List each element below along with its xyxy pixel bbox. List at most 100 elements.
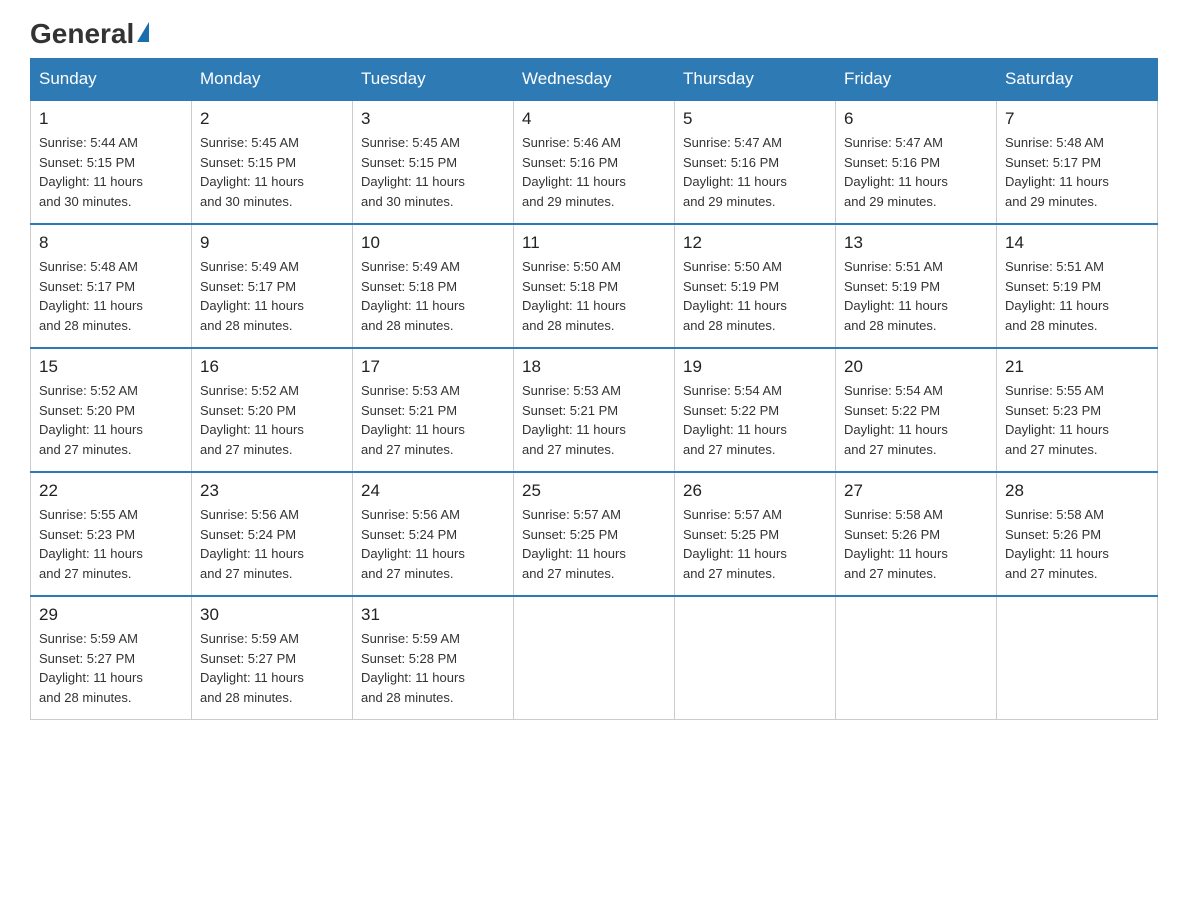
calendar-cell: 24 Sunrise: 5:56 AM Sunset: 5:24 PM Dayl… (353, 472, 514, 596)
day-info: Sunrise: 5:56 AM Sunset: 5:24 PM Dayligh… (361, 505, 505, 583)
calendar-cell: 5 Sunrise: 5:47 AM Sunset: 5:16 PM Dayli… (675, 100, 836, 224)
day-number: 21 (1005, 357, 1149, 377)
logo-general-text: General (30, 20, 149, 48)
day-number: 22 (39, 481, 183, 501)
calendar-cell: 12 Sunrise: 5:50 AM Sunset: 5:19 PM Dayl… (675, 224, 836, 348)
calendar-cell: 4 Sunrise: 5:46 AM Sunset: 5:16 PM Dayli… (514, 100, 675, 224)
weekday-header-friday: Friday (836, 59, 997, 101)
calendar-cell: 19 Sunrise: 5:54 AM Sunset: 5:22 PM Dayl… (675, 348, 836, 472)
weekday-header-saturday: Saturday (997, 59, 1158, 101)
logo-triangle-icon (137, 22, 149, 42)
day-number: 24 (361, 481, 505, 501)
day-info: Sunrise: 5:49 AM Sunset: 5:17 PM Dayligh… (200, 257, 344, 335)
weekday-header-sunday: Sunday (31, 59, 192, 101)
calendar-cell: 9 Sunrise: 5:49 AM Sunset: 5:17 PM Dayli… (192, 224, 353, 348)
calendar-cell: 15 Sunrise: 5:52 AM Sunset: 5:20 PM Dayl… (31, 348, 192, 472)
day-number: 2 (200, 109, 344, 129)
calendar-cell (836, 596, 997, 720)
calendar-cell: 14 Sunrise: 5:51 AM Sunset: 5:19 PM Dayl… (997, 224, 1158, 348)
day-number: 10 (361, 233, 505, 253)
calendar-cell: 3 Sunrise: 5:45 AM Sunset: 5:15 PM Dayli… (353, 100, 514, 224)
calendar-cell: 11 Sunrise: 5:50 AM Sunset: 5:18 PM Dayl… (514, 224, 675, 348)
calendar-cell: 29 Sunrise: 5:59 AM Sunset: 5:27 PM Dayl… (31, 596, 192, 720)
calendar-cell: 16 Sunrise: 5:52 AM Sunset: 5:20 PM Dayl… (192, 348, 353, 472)
calendar-week-5: 29 Sunrise: 5:59 AM Sunset: 5:27 PM Dayl… (31, 596, 1158, 720)
day-number: 28 (1005, 481, 1149, 501)
weekday-header-thursday: Thursday (675, 59, 836, 101)
weekday-header-wednesday: Wednesday (514, 59, 675, 101)
day-number: 17 (361, 357, 505, 377)
calendar-cell: 6 Sunrise: 5:47 AM Sunset: 5:16 PM Dayli… (836, 100, 997, 224)
weekday-header-tuesday: Tuesday (353, 59, 514, 101)
calendar-cell (997, 596, 1158, 720)
day-info: Sunrise: 5:48 AM Sunset: 5:17 PM Dayligh… (1005, 133, 1149, 211)
day-number: 4 (522, 109, 666, 129)
day-info: Sunrise: 5:51 AM Sunset: 5:19 PM Dayligh… (1005, 257, 1149, 335)
calendar-cell: 20 Sunrise: 5:54 AM Sunset: 5:22 PM Dayl… (836, 348, 997, 472)
day-number: 9 (200, 233, 344, 253)
logo: General (30, 20, 149, 48)
calendar-cell: 22 Sunrise: 5:55 AM Sunset: 5:23 PM Dayl… (31, 472, 192, 596)
day-info: Sunrise: 5:56 AM Sunset: 5:24 PM Dayligh… (200, 505, 344, 583)
day-number: 15 (39, 357, 183, 377)
day-number: 13 (844, 233, 988, 253)
day-number: 18 (522, 357, 666, 377)
day-info: Sunrise: 5:54 AM Sunset: 5:22 PM Dayligh… (844, 381, 988, 459)
day-number: 30 (200, 605, 344, 625)
day-info: Sunrise: 5:52 AM Sunset: 5:20 PM Dayligh… (39, 381, 183, 459)
day-info: Sunrise: 5:53 AM Sunset: 5:21 PM Dayligh… (361, 381, 505, 459)
calendar-cell: 2 Sunrise: 5:45 AM Sunset: 5:15 PM Dayli… (192, 100, 353, 224)
day-number: 6 (844, 109, 988, 129)
day-number: 5 (683, 109, 827, 129)
calendar-cell: 27 Sunrise: 5:58 AM Sunset: 5:26 PM Dayl… (836, 472, 997, 596)
day-info: Sunrise: 5:45 AM Sunset: 5:15 PM Dayligh… (361, 133, 505, 211)
day-info: Sunrise: 5:55 AM Sunset: 5:23 PM Dayligh… (1005, 381, 1149, 459)
page-header: General (30, 20, 1158, 48)
day-info: Sunrise: 5:57 AM Sunset: 5:25 PM Dayligh… (522, 505, 666, 583)
day-info: Sunrise: 5:59 AM Sunset: 5:27 PM Dayligh… (200, 629, 344, 707)
day-info: Sunrise: 5:51 AM Sunset: 5:19 PM Dayligh… (844, 257, 988, 335)
day-info: Sunrise: 5:58 AM Sunset: 5:26 PM Dayligh… (1005, 505, 1149, 583)
day-number: 27 (844, 481, 988, 501)
calendar-week-3: 15 Sunrise: 5:52 AM Sunset: 5:20 PM Dayl… (31, 348, 1158, 472)
day-number: 14 (1005, 233, 1149, 253)
day-number: 25 (522, 481, 666, 501)
calendar-cell: 28 Sunrise: 5:58 AM Sunset: 5:26 PM Dayl… (997, 472, 1158, 596)
day-info: Sunrise: 5:50 AM Sunset: 5:18 PM Dayligh… (522, 257, 666, 335)
day-info: Sunrise: 5:44 AM Sunset: 5:15 PM Dayligh… (39, 133, 183, 211)
calendar-cell (514, 596, 675, 720)
day-info: Sunrise: 5:50 AM Sunset: 5:19 PM Dayligh… (683, 257, 827, 335)
calendar-cell: 7 Sunrise: 5:48 AM Sunset: 5:17 PM Dayli… (997, 100, 1158, 224)
day-info: Sunrise: 5:47 AM Sunset: 5:16 PM Dayligh… (683, 133, 827, 211)
day-info: Sunrise: 5:59 AM Sunset: 5:27 PM Dayligh… (39, 629, 183, 707)
calendar-cell: 23 Sunrise: 5:56 AM Sunset: 5:24 PM Dayl… (192, 472, 353, 596)
calendar-cell: 10 Sunrise: 5:49 AM Sunset: 5:18 PM Dayl… (353, 224, 514, 348)
day-number: 20 (844, 357, 988, 377)
day-number: 31 (361, 605, 505, 625)
calendar-cell: 17 Sunrise: 5:53 AM Sunset: 5:21 PM Dayl… (353, 348, 514, 472)
day-info: Sunrise: 5:54 AM Sunset: 5:22 PM Dayligh… (683, 381, 827, 459)
day-info: Sunrise: 5:59 AM Sunset: 5:28 PM Dayligh… (361, 629, 505, 707)
calendar-cell: 26 Sunrise: 5:57 AM Sunset: 5:25 PM Dayl… (675, 472, 836, 596)
day-number: 19 (683, 357, 827, 377)
day-info: Sunrise: 5:55 AM Sunset: 5:23 PM Dayligh… (39, 505, 183, 583)
calendar-cell: 13 Sunrise: 5:51 AM Sunset: 5:19 PM Dayl… (836, 224, 997, 348)
day-info: Sunrise: 5:49 AM Sunset: 5:18 PM Dayligh… (361, 257, 505, 335)
day-number: 11 (522, 233, 666, 253)
calendar-cell: 1 Sunrise: 5:44 AM Sunset: 5:15 PM Dayli… (31, 100, 192, 224)
calendar-cell: 31 Sunrise: 5:59 AM Sunset: 5:28 PM Dayl… (353, 596, 514, 720)
day-number: 7 (1005, 109, 1149, 129)
day-number: 12 (683, 233, 827, 253)
weekday-header-monday: Monday (192, 59, 353, 101)
calendar-cell: 21 Sunrise: 5:55 AM Sunset: 5:23 PM Dayl… (997, 348, 1158, 472)
day-info: Sunrise: 5:53 AM Sunset: 5:21 PM Dayligh… (522, 381, 666, 459)
calendar-cell: 18 Sunrise: 5:53 AM Sunset: 5:21 PM Dayl… (514, 348, 675, 472)
day-number: 26 (683, 481, 827, 501)
calendar-week-2: 8 Sunrise: 5:48 AM Sunset: 5:17 PM Dayli… (31, 224, 1158, 348)
calendar-cell: 30 Sunrise: 5:59 AM Sunset: 5:27 PM Dayl… (192, 596, 353, 720)
calendar-week-1: 1 Sunrise: 5:44 AM Sunset: 5:15 PM Dayli… (31, 100, 1158, 224)
calendar-week-4: 22 Sunrise: 5:55 AM Sunset: 5:23 PM Dayl… (31, 472, 1158, 596)
calendar-cell: 25 Sunrise: 5:57 AM Sunset: 5:25 PM Dayl… (514, 472, 675, 596)
weekday-header-row: SundayMondayTuesdayWednesdayThursdayFrid… (31, 59, 1158, 101)
calendar-table: SundayMondayTuesdayWednesdayThursdayFrid… (30, 58, 1158, 720)
